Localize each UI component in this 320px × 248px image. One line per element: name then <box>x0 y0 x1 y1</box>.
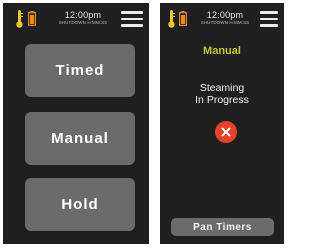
clock-time: 12:00pm <box>206 10 244 20</box>
mode-select-screen: 12:00pm SHUTDOWN H:MM:SS Timed Manual Ho… <box>3 3 149 244</box>
pan-timers-button[interactable]: Pan Timers <box>171 218 274 236</box>
hold-button[interactable]: Hold <box>25 178 135 231</box>
manual-button[interactable]: Manual <box>25 112 135 165</box>
close-icon <box>221 127 231 137</box>
shutdown-timer: SHUTDOWN H:MM:SS <box>200 20 250 25</box>
status-line-1: Steaming <box>199 82 245 94</box>
timed-button[interactable]: Timed <box>25 44 135 97</box>
mode-title: Manual <box>203 45 241 57</box>
battery-icon <box>28 11 36 26</box>
status-bar: 12:00pm SHUTDOWN H:MM:SS <box>160 3 284 35</box>
status-line-2: In Progress <box>195 94 249 106</box>
status-bar: 12:00pm SHUTDOWN H:MM:SS <box>3 3 149 35</box>
clock-time: 12:00pm <box>64 10 102 20</box>
cancel-button[interactable] <box>215 121 237 143</box>
thermometer-icon <box>168 10 175 28</box>
manual-steaming-screen: 12:00pm SHUTDOWN H:MM:SS Manual Steaming… <box>160 3 284 244</box>
hamburger-menu-icon[interactable] <box>121 11 143 31</box>
clock: 12:00pm SHUTDOWN H:MM:SS <box>55 10 111 26</box>
hamburger-menu-icon[interactable] <box>260 11 278 31</box>
shutdown-timer: SHUTDOWN H:MM:SS <box>58 20 108 25</box>
clock: 12:00pm SHUTDOWN H:MM:SS <box>198 10 252 26</box>
battery-icon <box>179 11 187 26</box>
steaming-status: Steaming In Progress <box>160 82 284 106</box>
thermometer-icon <box>16 10 23 28</box>
